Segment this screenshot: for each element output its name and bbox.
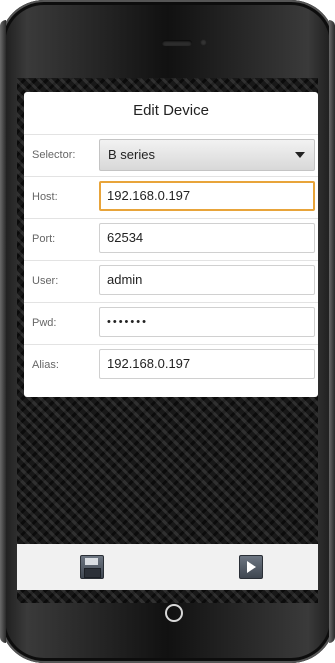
pwd-label: Pwd: [32, 317, 57, 329]
port-input[interactable]: 62534 [99, 223, 315, 253]
save-icon-label-area [84, 568, 101, 578]
alias-row: Alias: 192.168.0.197 [24, 344, 318, 387]
phone-frame: Edit Device Selector: B series Host: 192… [0, 0, 335, 663]
port-label: Port: [32, 233, 56, 245]
host-input[interactable]: 192.168.0.197 [99, 181, 315, 211]
host-label: Host: [32, 191, 58, 203]
play-icon [247, 561, 256, 573]
selector-value: B series [108, 147, 155, 162]
phone-speaker [162, 40, 192, 46]
save-button[interactable] [80, 555, 104, 579]
save-icon [85, 558, 98, 565]
user-input[interactable]: admin [99, 265, 315, 295]
phone-camera [200, 39, 207, 46]
password-input[interactable]: ••••••• [99, 307, 315, 337]
dialog-title: Edit Device [133, 102, 209, 119]
pwd-row: Pwd: ••••••• [24, 302, 318, 345]
phone-edge-left [0, 20, 6, 643]
selector-dropdown[interactable]: B series [99, 139, 315, 171]
play-button[interactable] [239, 555, 263, 579]
bottom-toolbar [17, 544, 318, 590]
dropdown-arrow-icon [295, 152, 305, 158]
selector-row: Selector: B series [24, 134, 318, 177]
user-row: User: admin [24, 260, 318, 303]
phone-edge-right [329, 20, 335, 643]
edit-device-dialog: Edit Device Selector: B series Host: 192… [24, 92, 318, 397]
alias-label: Alias: [32, 359, 59, 371]
alias-input[interactable]: 192.168.0.197 [99, 349, 315, 379]
host-row: Host: 192.168.0.197 [24, 176, 318, 219]
port-row: Port: 62534 [24, 218, 318, 261]
user-label: User: [32, 275, 59, 287]
screen: Edit Device Selector: B series Host: 192… [17, 78, 318, 603]
selector-label: Selector: [32, 149, 76, 161]
home-button[interactable] [165, 604, 183, 622]
